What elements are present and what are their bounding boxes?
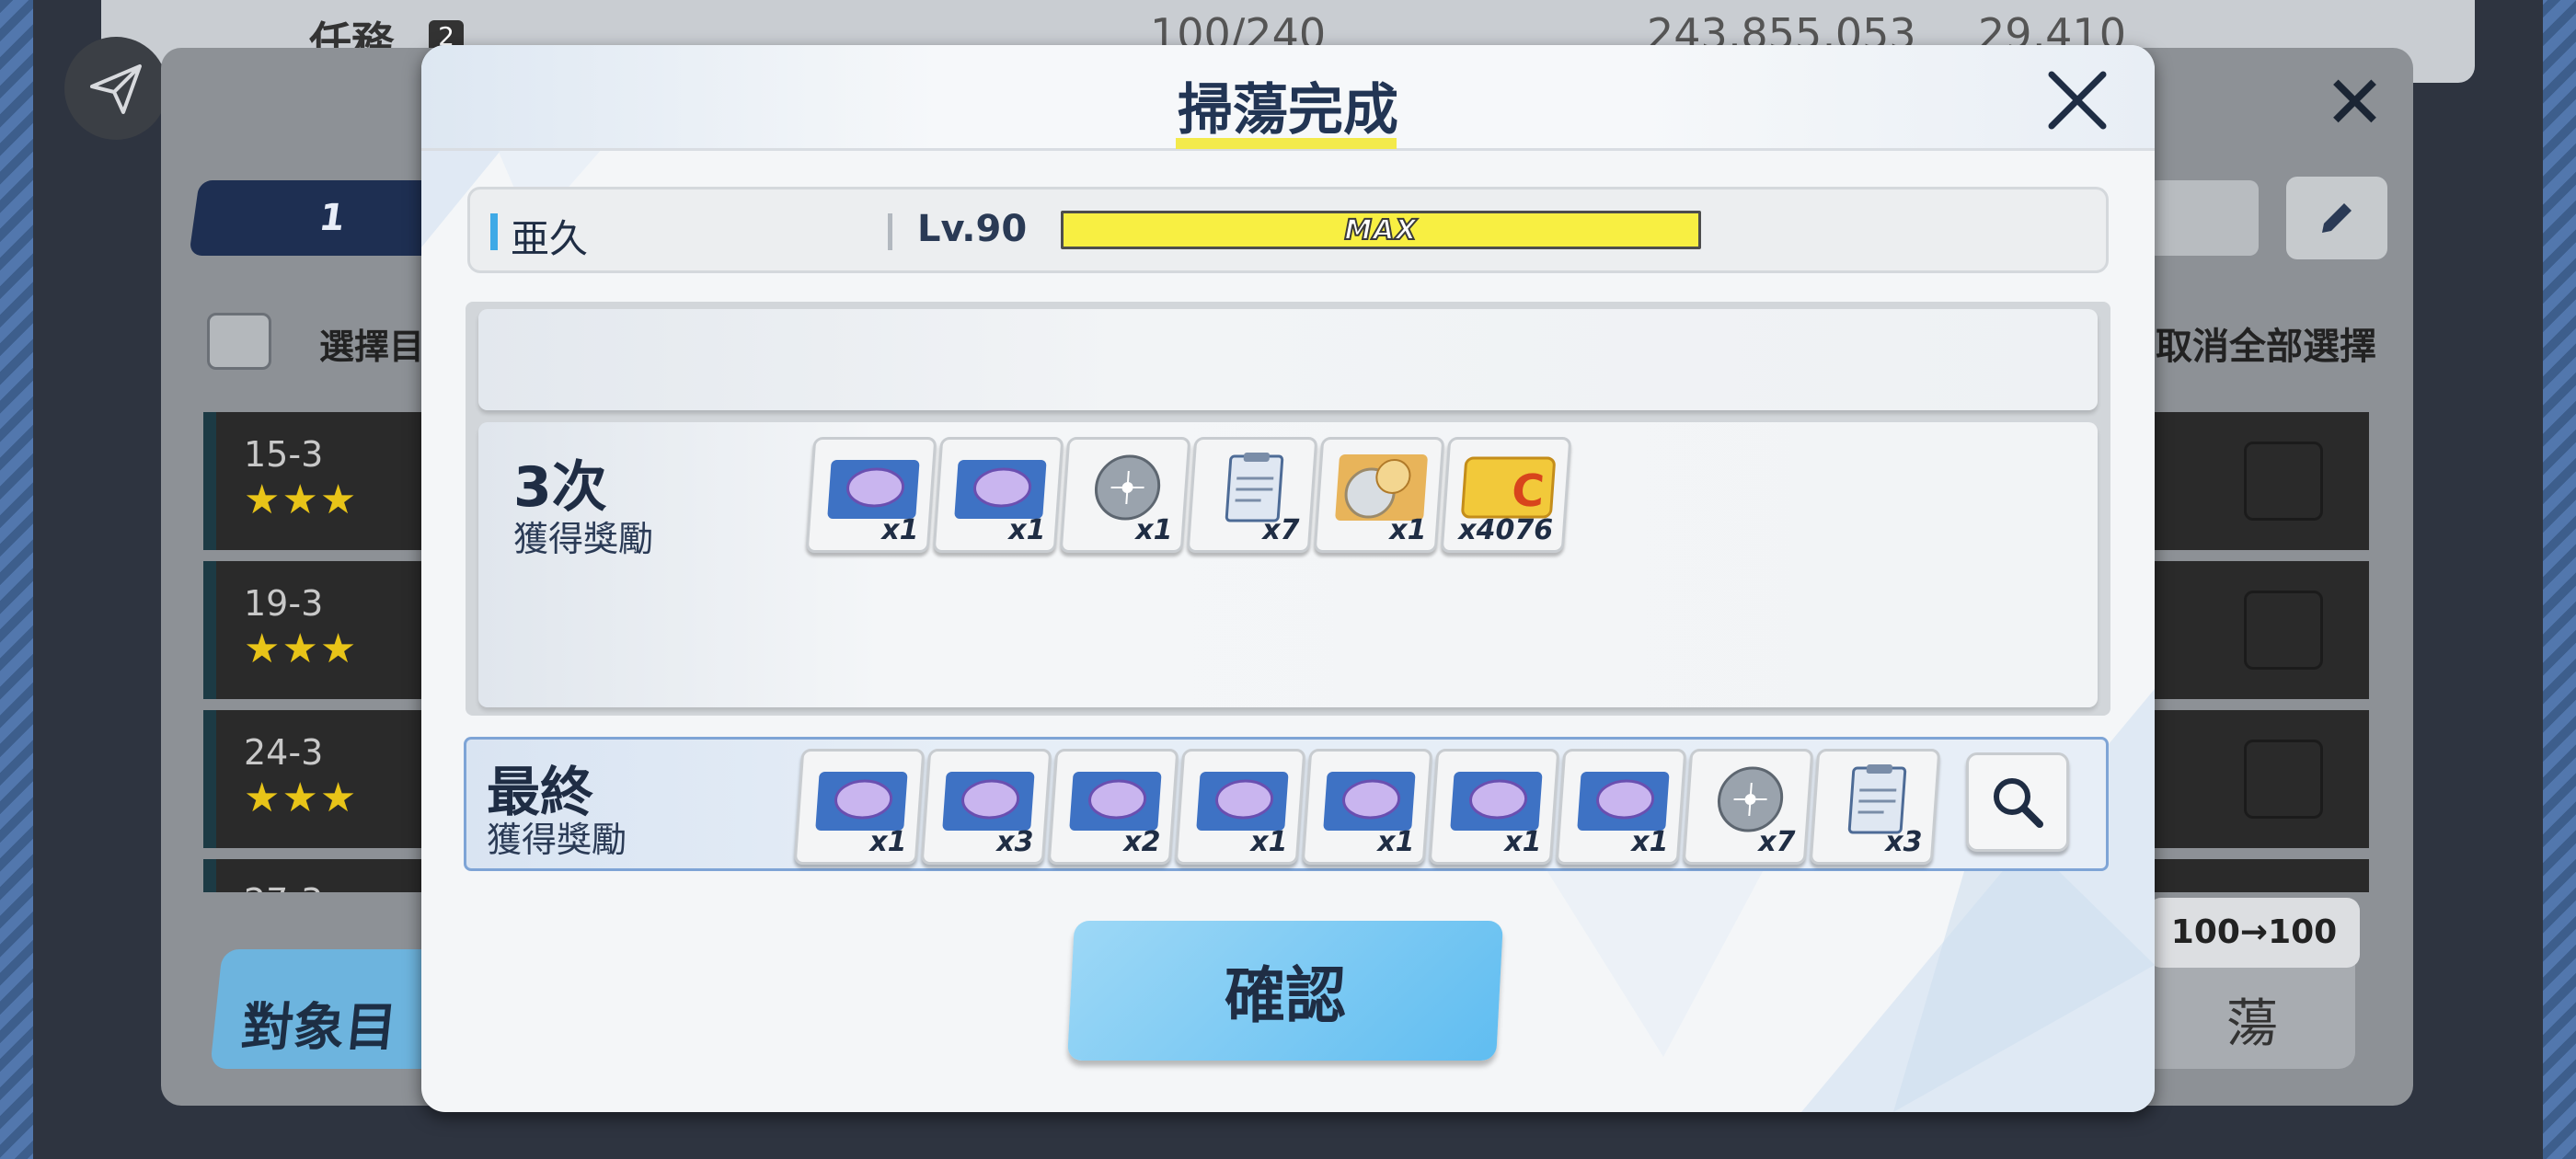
silver-orb-icon: [1717, 766, 1784, 832]
inspect-button[interactable]: [1966, 752, 2069, 852]
title-underline: [1176, 138, 1397, 149]
report-icon: [1225, 453, 1284, 522]
select-all-checkbox[interactable]: [207, 313, 271, 370]
stamina-change-tooltip: 100→100: [2148, 898, 2360, 968]
close-icon[interactable]: ✕: [2324, 66, 2386, 140]
report-icon: [1847, 764, 1907, 834]
reward-quantity: x3: [996, 826, 1034, 858]
reward-quantity: x1: [1250, 826, 1288, 858]
hat-blueprint-icon: [1069, 772, 1162, 831]
reward-item[interactable]: x1: [1301, 749, 1433, 865]
reward-item[interactable]: Cx4076: [1440, 437, 1572, 553]
stage-stars: ★★★: [244, 476, 359, 523]
stage-checkbox[interactable]: [2244, 591, 2323, 670]
stage-stars: ★★★: [244, 625, 359, 672]
reward-quantity: x1: [1631, 826, 1669, 858]
reward-item[interactable]: x1: [793, 749, 926, 865]
svg-text:C: C: [1510, 465, 1546, 517]
reward-item[interactable]: x7: [1682, 749, 1814, 865]
cap-blueprint-icon: [1323, 772, 1416, 831]
exp-bar: MAX: [1061, 211, 1701, 249]
reward-item[interactable]: x3: [1809, 749, 1941, 865]
character-name: 亜久: [511, 216, 589, 261]
shoes-blueprint-icon: [827, 460, 920, 519]
dialog-title: 掃蕩完成: [1178, 78, 1398, 143]
divider: [888, 213, 892, 250]
reward-item[interactable]: x1: [1059, 437, 1191, 553]
confirm-label: 確認: [1225, 960, 1346, 1031]
close-icon[interactable]: [2042, 65, 2112, 135]
stage-code: 15-3: [244, 434, 324, 475]
credit-card-icon: C: [1461, 456, 1556, 519]
reward-quantity: x4076: [1458, 514, 1554, 546]
reward-quantity: x1: [1008, 514, 1046, 546]
reward-quantity: x1: [1389, 514, 1427, 546]
character-panel: 亜久 Lv.90 MAX: [467, 187, 2109, 273]
stage-checkbox[interactable]: [2244, 740, 2323, 819]
reward-item[interactable]: x2: [1047, 749, 1179, 865]
edit-button[interactable]: [2286, 177, 2387, 259]
paper-plane-icon: [90, 64, 142, 114]
confirm-button[interactable]: 確認: [1067, 921, 1503, 1061]
final-reward-row: 最終 獲得獎勵 x1 x3 x2 x1 x1 x1 x1 x7 x3: [464, 737, 2109, 871]
stage-code: 24-3: [244, 732, 324, 773]
reward-item[interactable]: x1: [1555, 749, 1687, 865]
exp-max-label: MAX: [1343, 213, 1418, 247]
duffel-bag-blueprint-icon: [1450, 772, 1543, 831]
run-reward-row: 3次 獲得獎勵 x1 x1 x1 x7 x1 Cx4076: [478, 422, 2098, 707]
reward-item[interactable]: x3: [920, 749, 1052, 865]
silver-orb-icon: [1094, 454, 1161, 521]
final-reward-label: 獲得獎勵: [487, 820, 627, 860]
ex-disc-icon: [1335, 454, 1428, 521]
reward-item[interactable]: x1: [932, 437, 1064, 553]
reward-quantity: x3: [1885, 826, 1923, 858]
target-button[interactable]: 對象目: [210, 949, 453, 1069]
run-reward-label: 獲得獎勵: [513, 519, 654, 559]
share-button[interactable]: [64, 37, 167, 140]
bag-blueprint-icon: [815, 772, 908, 831]
run-reward-items: x1 x1 x1 x7 x1 Cx4076: [805, 437, 1572, 553]
reward-item[interactable]: x7: [1186, 437, 1318, 553]
final-reward-items: x1 x3 x2 x1 x1 x1 x1 x7 x3: [793, 749, 1941, 865]
reward-item[interactable]: x1: [1428, 749, 1560, 865]
sweep-complete-dialog: 掃蕩完成 亜久 Lv.90 MAX 3次 獲得獎勵 x1 x1 x1 x7 x1 Cx40…: [421, 45, 2155, 1112]
list-item: [478, 309, 2098, 410]
reward-quantity: x1: [869, 826, 907, 858]
stage-code: 19-3: [244, 583, 324, 624]
accent-bar: [490, 213, 498, 250]
gloves-blueprint-icon: [1577, 772, 1670, 831]
reward-quantity: x1: [881, 514, 919, 546]
stage-code: 27-3: [244, 881, 323, 892]
reward-quantity: x7: [1262, 514, 1300, 546]
magnifier-icon: [1994, 778, 2043, 828]
hat-blueprint-icon: [954, 460, 1047, 519]
shoes-blueprint-icon: [942, 772, 1035, 831]
reward-quantity: x7: [1758, 826, 1796, 858]
pencil-icon: [2322, 203, 2352, 233]
reward-item[interactable]: x1: [1174, 749, 1306, 865]
reward-item[interactable]: x1: [1313, 437, 1445, 553]
reward-quantity: x1: [1135, 514, 1173, 546]
boots-blueprint-icon: [1196, 772, 1289, 831]
select-label: 選擇目: [319, 327, 425, 367]
reward-quantity: x1: [1377, 826, 1415, 858]
reward-item[interactable]: x1: [805, 437, 937, 553]
reward-quantity: x1: [1504, 826, 1542, 858]
stage-stars: ★★★: [244, 775, 359, 821]
character-level: Lv.90: [917, 208, 1028, 250]
deselect-all-button[interactable]: 取消全部選擇: [2156, 316, 2376, 370]
reward-quantity: x2: [1123, 826, 1161, 858]
reward-list[interactable]: 3次 獲得獎勵 x1 x1 x1 x7 x1 Cx4076: [466, 302, 2110, 716]
stage-checkbox[interactable]: [2244, 442, 2323, 521]
